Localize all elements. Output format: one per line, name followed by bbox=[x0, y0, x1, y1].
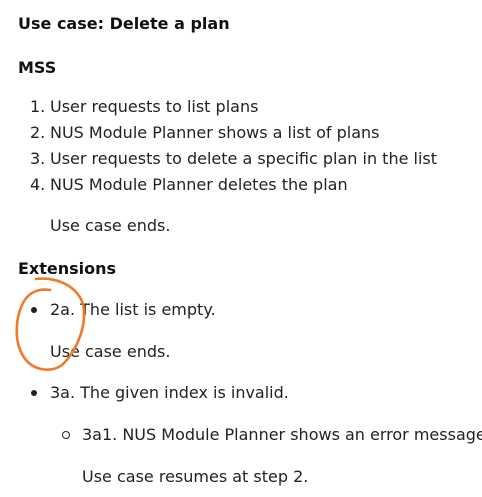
extension-sub-note: Use case resumes at step 2. bbox=[82, 467, 309, 486]
mss-step-text: NUS Module Planner deletes the plan bbox=[50, 175, 348, 194]
use-case-document: Use case: Delete a plan MSS 1. User requ… bbox=[0, 0, 482, 497]
extension-end-note: Use case ends. bbox=[50, 342, 171, 361]
mss-step-number: 3. bbox=[30, 149, 46, 168]
hand-drawn-circle-annotation bbox=[15, 277, 86, 371]
use-case-title: Use case: Delete a plan bbox=[18, 14, 230, 33]
mss-end-note: Use case ends. bbox=[50, 216, 171, 235]
mss-step-text: User requests to delete a specific plan … bbox=[50, 149, 438, 168]
mss-step-text: NUS Module Planner shows a list of plans bbox=[50, 123, 380, 142]
extension-sub-text: 3a1. NUS Module Planner shows an error m… bbox=[82, 425, 482, 444]
bullet-circle-icon bbox=[62, 431, 70, 439]
extension-text: 2a. The list is empty. bbox=[50, 300, 216, 319]
bullet-dot-icon bbox=[31, 390, 37, 396]
mss-heading: MSS bbox=[18, 58, 57, 77]
bullet-dot-icon bbox=[31, 307, 37, 313]
mss-step-number: 4. bbox=[30, 175, 46, 194]
mss-step-number: 1. bbox=[30, 97, 46, 116]
mss-step-text: User requests to list plans bbox=[50, 97, 259, 116]
mss-step-number: 2. bbox=[30, 123, 46, 142]
extension-text: 3a. The given index is invalid. bbox=[50, 383, 289, 402]
extensions-heading: Extensions bbox=[18, 259, 117, 278]
